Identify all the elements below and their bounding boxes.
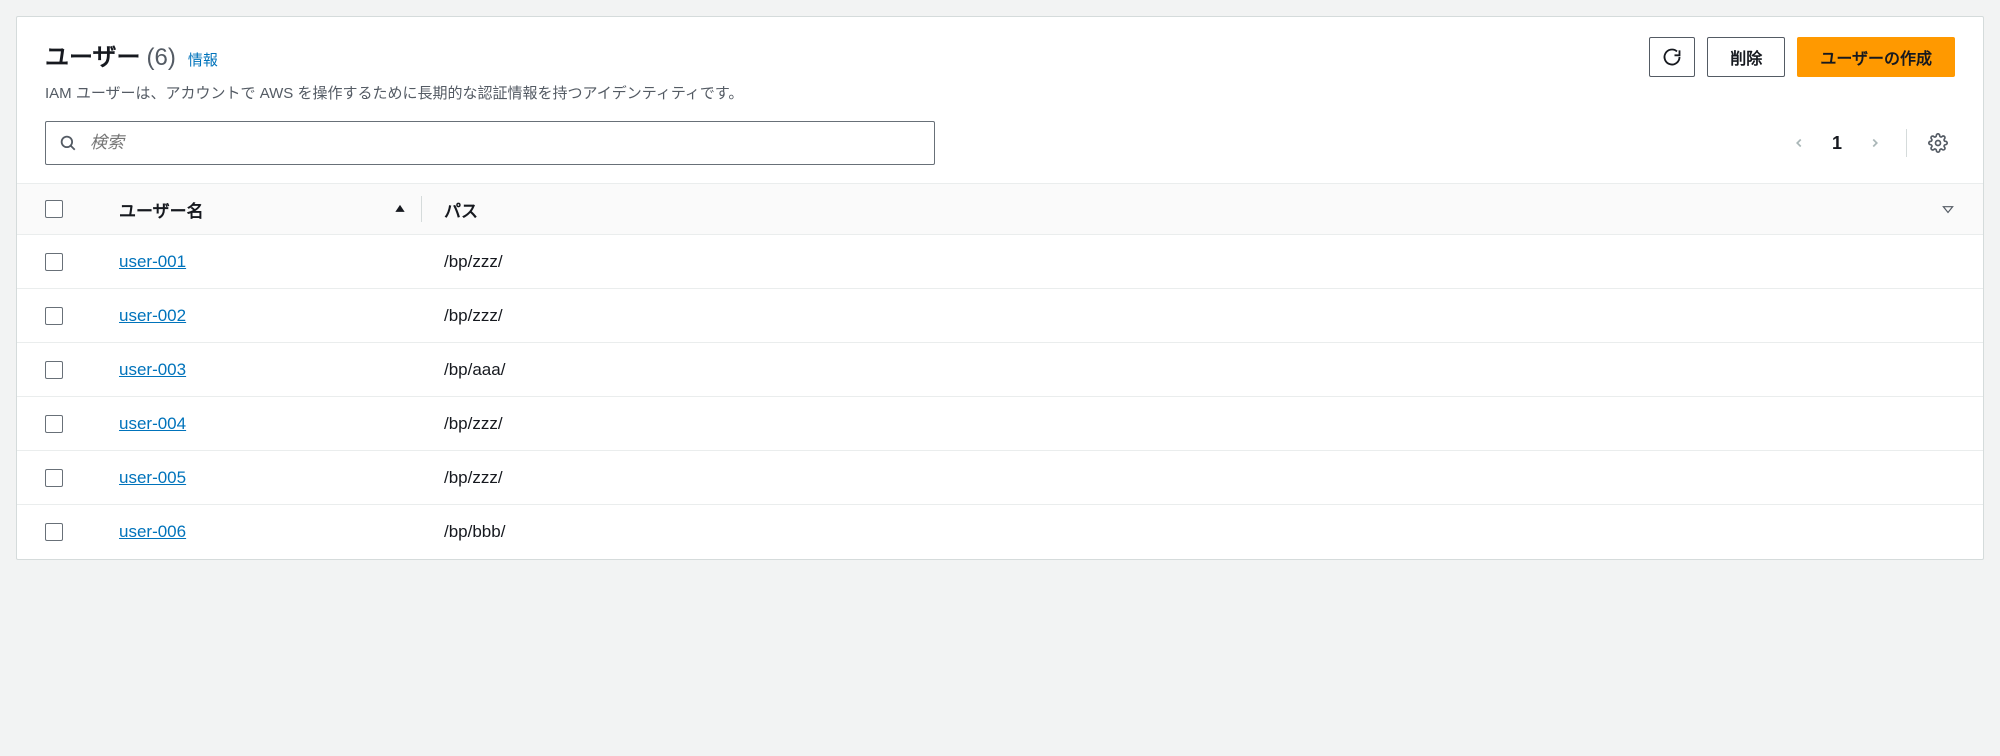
user-link[interactable]: user-001 <box>119 252 186 271</box>
search-input[interactable] <box>45 121 935 165</box>
header-left: ユーザー (6) 情報 IAM ユーザーは、アカウントで AWS を操作するため… <box>45 37 1649 103</box>
create-user-button[interactable]: ユーザーの作成 <box>1797 37 1955 77</box>
next-page-button[interactable] <box>1858 126 1892 160</box>
panel-header: ユーザー (6) 情報 IAM ユーザーは、アカウントで AWS を操作するため… <box>17 17 1983 115</box>
search-icon <box>59 134 77 152</box>
user-count: (6) <box>147 44 176 72</box>
path-cell: /bp/zzz/ <box>444 252 503 272</box>
username-cell: user-004 <box>91 414 421 434</box>
gear-icon <box>1928 133 1948 153</box>
delete-button[interactable]: 削除 <box>1707 37 1785 77</box>
username-header-label: ユーザー名 <box>119 197 204 222</box>
row-select-cell <box>45 307 91 325</box>
separator <box>1906 129 1907 157</box>
users-panel: ユーザー (6) 情報 IAM ユーザーは、アカウントで AWS を操作するため… <box>16 16 1984 560</box>
path-cell-wrap: /bp/bbb/ <box>421 522 1955 542</box>
path-cell-wrap: /bp/aaa/ <box>421 360 1955 380</box>
table-row: user-001/bp/zzz/ <box>17 235 1983 289</box>
row-select-cell <box>45 253 91 271</box>
username-cell: user-003 <box>91 360 421 380</box>
search-row: 1 <box>17 115 1983 183</box>
row-checkbox[interactable] <box>45 307 63 325</box>
path-header-label: パス <box>444 202 478 221</box>
select-all-cell <box>45 200 91 218</box>
path-cell-wrap: /bp/zzz/ <box>421 306 1955 326</box>
row-checkbox[interactable] <box>45 361 63 379</box>
table-body: user-001/bp/zzz/user-002/bp/zzz/user-003… <box>17 235 1983 559</box>
user-link[interactable]: user-005 <box>119 468 186 487</box>
table-row: user-006/bp/bbb/ <box>17 505 1983 559</box>
username-cell: user-001 <box>91 252 421 272</box>
path-cell: /bp/aaa/ <box>444 360 505 380</box>
path-cell-wrap: /bp/zzz/ <box>421 414 1955 434</box>
path-cell-wrap: /bp/zzz/ <box>421 468 1955 488</box>
username-cell: user-006 <box>91 522 421 542</box>
username-cell: user-005 <box>91 468 421 488</box>
select-all-checkbox[interactable] <box>45 200 63 218</box>
user-link[interactable]: user-006 <box>119 522 186 541</box>
table-row: user-004/bp/zzz/ <box>17 397 1983 451</box>
prev-page-button[interactable] <box>1782 126 1816 160</box>
header-actions: 削除 ユーザーの作成 <box>1649 37 1955 77</box>
page-title: ユーザー <box>45 37 141 72</box>
path-cell: /bp/bbb/ <box>444 522 505 542</box>
chevron-right-icon <box>1868 136 1882 150</box>
sort-asc-icon <box>393 202 421 216</box>
page-description: IAM ユーザーは、アカウントで AWS を操作するために長期的な認証情報を持つ… <box>45 82 1649 103</box>
column-separator <box>421 196 422 222</box>
row-checkbox[interactable] <box>45 253 63 271</box>
row-checkbox[interactable] <box>45 469 63 487</box>
table-row: user-002/bp/zzz/ <box>17 289 1983 343</box>
row-checkbox[interactable] <box>45 415 63 433</box>
path-cell: /bp/zzz/ <box>444 306 503 326</box>
username-cell: user-002 <box>91 306 421 326</box>
users-table: ユーザー名 パス user-001/bp/zzz/user-002/bp/zzz… <box>17 183 1983 559</box>
refresh-button[interactable] <box>1649 37 1695 77</box>
path-cell-wrap: /bp/zzz/ <box>421 252 1955 272</box>
user-link[interactable]: user-002 <box>119 306 186 325</box>
user-link[interactable]: user-004 <box>119 414 186 433</box>
column-header-path[interactable]: パス <box>444 197 1925 222</box>
row-select-cell <box>45 469 91 487</box>
refresh-icon <box>1662 47 1682 67</box>
pagination: 1 <box>1782 126 1955 160</box>
settings-button[interactable] <box>1921 126 1955 160</box>
row-select-cell <box>45 415 91 433</box>
user-link[interactable]: user-003 <box>119 360 186 379</box>
table-row: user-003/bp/aaa/ <box>17 343 1983 397</box>
row-select-cell <box>45 523 91 541</box>
row-checkbox[interactable] <box>45 523 63 541</box>
chevron-left-icon <box>1792 136 1806 150</box>
row-select-cell <box>45 361 91 379</box>
column-menu[interactable] <box>1925 202 1955 216</box>
current-page: 1 <box>1822 133 1852 154</box>
triangle-down-icon <box>1941 202 1955 216</box>
path-cell: /bp/zzz/ <box>444 468 503 488</box>
table-row: user-005/bp/zzz/ <box>17 451 1983 505</box>
search-wrap <box>45 121 935 165</box>
path-cell: /bp/zzz/ <box>444 414 503 434</box>
table-header-row: ユーザー名 パス <box>17 183 1983 235</box>
title-row: ユーザー (6) 情報 <box>45 37 1649 72</box>
info-link[interactable]: 情報 <box>188 49 218 70</box>
column-header-username[interactable]: ユーザー名 <box>91 197 421 222</box>
